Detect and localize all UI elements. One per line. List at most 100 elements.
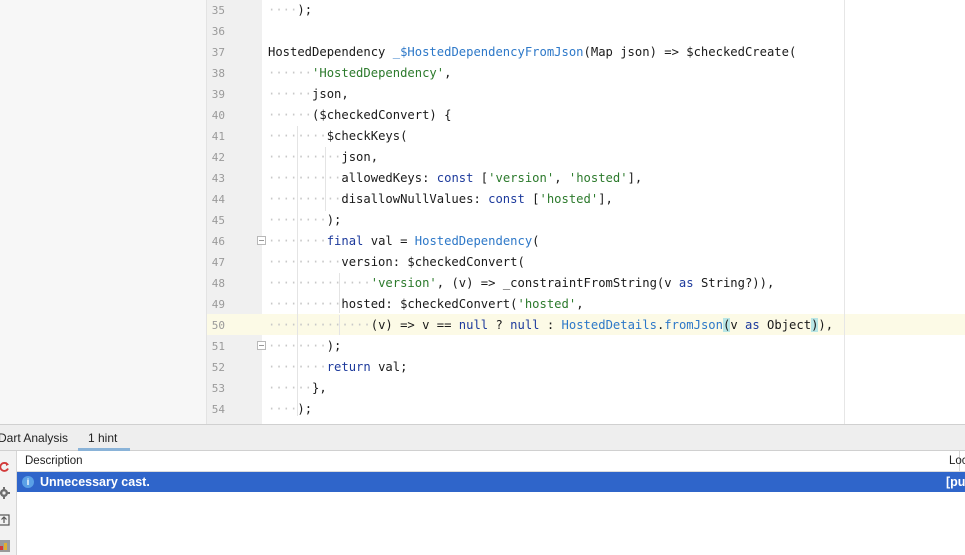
code-token: _$HostedDependencyFromJson [392, 45, 584, 59]
code-line[interactable]: ··········allowedKeys: const ['version',… [268, 168, 642, 189]
line-number: 48 [211, 277, 225, 290]
code-token: ( [532, 234, 540, 248]
code-line[interactable]: ····); [268, 399, 312, 420]
refresh-icon[interactable] [0, 461, 10, 473]
code-token: 'hosted' [517, 297, 577, 311]
whitespace-marker: ········ [268, 360, 327, 374]
whitespace-marker: ······ [268, 87, 313, 101]
code-line[interactable]: ········); [268, 336, 341, 357]
whitespace-marker: ········ [268, 339, 327, 353]
code-token: const [488, 192, 525, 206]
filter-icon[interactable] [0, 540, 10, 552]
problem-message: Unnecessary cast. [40, 475, 150, 489]
code-line[interactable]: ····); [268, 0, 312, 21]
code-token: fromJson [664, 318, 723, 332]
line-number: 49 [211, 298, 225, 311]
whitespace-marker: ···· [268, 3, 298, 17]
code-token: val = [363, 234, 415, 248]
code-token: [ [524, 192, 540, 206]
code-token: ], [598, 192, 613, 206]
whitespace-marker: ·············· [268, 276, 371, 290]
code-line[interactable]: ··········version: $checkedConvert( [268, 252, 525, 273]
whitespace-marker: ·········· [268, 297, 342, 311]
code-line[interactable]: ········$checkKeys( [268, 126, 407, 147]
export-icon[interactable] [0, 514, 10, 526]
code-token: final [326, 234, 364, 248]
column-location[interactable]: Loc [949, 451, 965, 471]
code-line[interactable]: ········final val = HostedDependency( [268, 231, 540, 252]
code-token: ($checkedConvert) { [312, 108, 452, 122]
problems-table-header: Description Loc [17, 451, 965, 472]
whitespace-marker: ······ [268, 66, 313, 80]
line-number: 45 [211, 214, 225, 227]
code-token: null [458, 318, 489, 332]
code-token: ); [297, 402, 313, 416]
whitespace-marker: ········ [268, 234, 327, 248]
code-token: , (v) => _constraintFromString(v [436, 276, 679, 290]
info-icon: i [22, 476, 34, 488]
code-line[interactable]: ········); [268, 210, 341, 231]
whitespace-marker: ······ [268, 381, 313, 395]
line-number: 37 [211, 46, 225, 59]
code-token: HostedDependency [268, 45, 393, 59]
code-token: 'version' [488, 171, 555, 185]
problem-row[interactable]: i Unnecessary cast. [pu [17, 472, 965, 492]
whitespace-marker: ···· [268, 402, 298, 416]
whitespace-marker: ······ [268, 108, 313, 122]
code-token: as [678, 276, 694, 290]
code-line[interactable]: ······($checkedConvert) { [268, 105, 451, 126]
line-number: 42 [211, 151, 225, 164]
code-token: (v) => v == [370, 318, 459, 332]
code-token: return [326, 360, 371, 374]
code-line[interactable]: ········return val; [268, 357, 407, 378]
code-token: hosted: $checkedConvert( [341, 297, 518, 311]
line-number: 52 [211, 361, 225, 374]
line-number: 35 [211, 4, 225, 17]
code-line[interactable]: ··········hosted: $checkedConvert('hoste… [268, 294, 584, 315]
code-token: const [436, 171, 474, 185]
line-number: 43 [211, 172, 225, 185]
code-token: (Map json) => $checkedCreate( [583, 45, 797, 59]
whitespace-marker: ·········· [268, 192, 342, 206]
problem-location: [pu [946, 475, 965, 489]
code-token: Object [759, 318, 812, 332]
gear-icon[interactable] [0, 487, 10, 499]
line-number: 54 [211, 403, 225, 416]
code-line[interactable]: ··········disallowNullValues: const ['ho… [268, 189, 613, 210]
whitespace-marker: ········ [268, 129, 327, 143]
code-line[interactable]: ··············'version', (v) => _constra… [268, 273, 774, 294]
column-description[interactable]: Description [25, 451, 83, 471]
code-line[interactable]: HostedDependency _$HostedDependencyFromJ… [268, 42, 796, 63]
code-token: as [745, 318, 760, 332]
code-line[interactable]: ··············(v) => v == null ? null : … [268, 315, 833, 336]
code-token: 'HostedDependency' [312, 66, 445, 80]
code-line[interactable]: ··········json, [268, 147, 378, 168]
line-number: 44 [211, 193, 225, 206]
line-number: 39 [211, 88, 225, 101]
right-margin-guide [844, 0, 845, 424]
code-token: : [539, 318, 562, 332]
code-line[interactable]: ······}, [268, 378, 327, 399]
whitespace-marker: ·········· [268, 150, 342, 164]
fold-toggle-icon[interactable] [257, 236, 266, 245]
code-token: HostedDetails [561, 318, 657, 332]
code-token: ), [818, 318, 834, 332]
code-line[interactable]: ······json, [268, 84, 349, 105]
line-number: 46 [211, 235, 225, 248]
code-token: json, [341, 150, 379, 164]
code-token: $checkKeys( [326, 129, 408, 143]
tab-dart-analysis[interactable]: Dart Analysis [0, 425, 68, 451]
analysis-tab-bar: Dart Analysis 1 hint [0, 424, 965, 451]
code-token: version: $checkedConvert( [341, 255, 525, 269]
code-token: val; [370, 360, 408, 374]
code-token: null [510, 318, 540, 332]
code-token: allowedKeys: [341, 171, 437, 185]
code-token: ? [488, 318, 511, 332]
code-token: ], [627, 171, 643, 185]
fold-toggle-icon[interactable] [257, 341, 266, 350]
code-token: , [576, 297, 584, 311]
code-token: disallowNullValues: [341, 192, 489, 206]
line-number: 36 [211, 25, 225, 38]
code-line[interactable]: ······'HostedDependency', [268, 63, 451, 84]
whitespace-marker: ·········· [268, 171, 342, 185]
